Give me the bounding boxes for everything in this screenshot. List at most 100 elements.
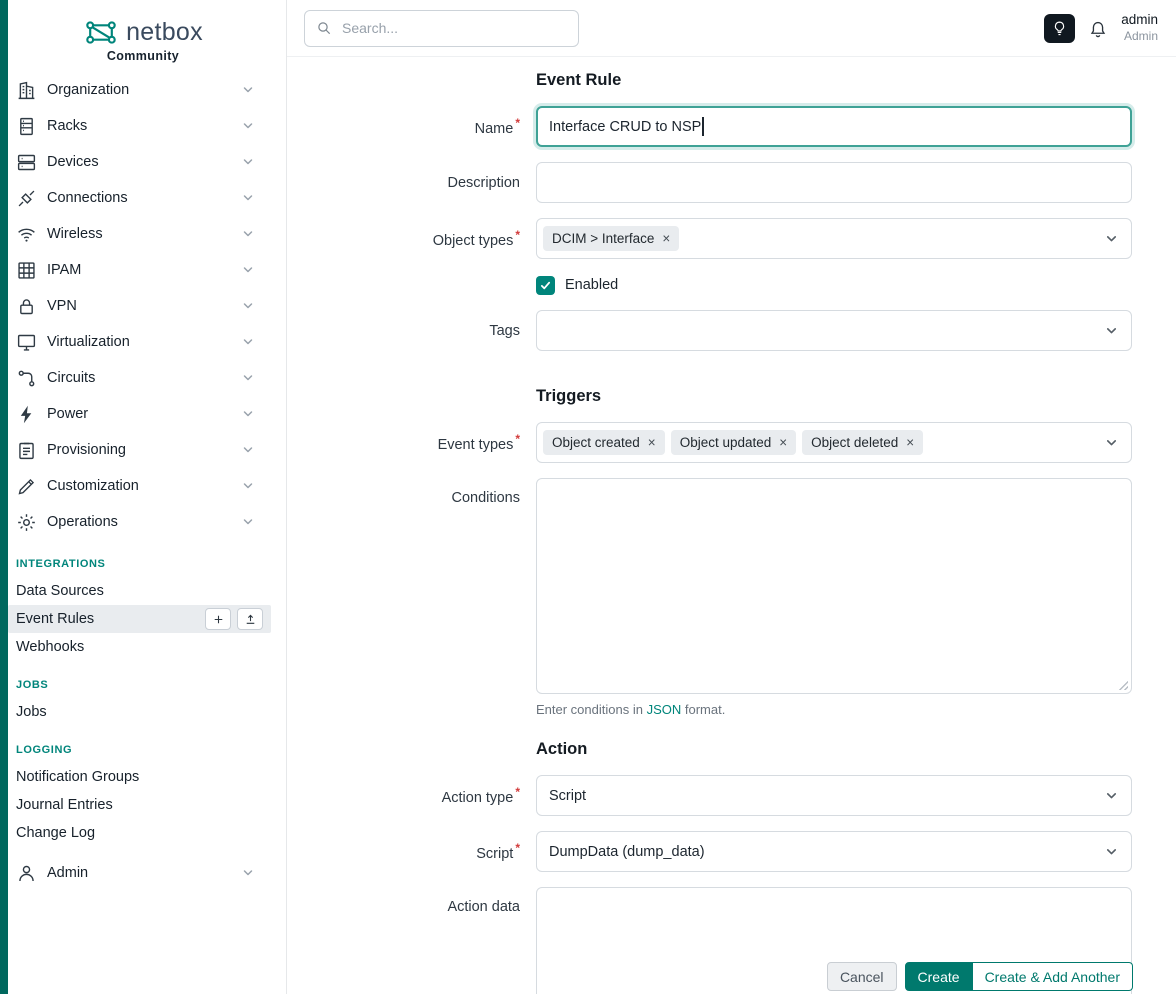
sidebar-item-vpn[interactable]: VPN	[0, 288, 286, 324]
transit-icon	[16, 368, 37, 389]
sidebar-item-admin[interactable]: Admin	[0, 855, 286, 891]
search-input[interactable]	[340, 19, 567, 37]
conditions-textarea[interactable]	[537, 479, 1131, 693]
bell-icon	[1088, 18, 1108, 38]
script-label: Script*	[287, 841, 520, 862]
user-menu[interactable]: admin Admin	[1121, 12, 1158, 44]
field-row-description: Description	[287, 162, 1176, 203]
brand-name: netbox	[126, 18, 203, 47]
enabled-checkbox[interactable]	[536, 276, 555, 295]
sidebar-item-change-log[interactable]: Change Log	[0, 819, 286, 847]
selected-event-type-chip: Object updated ×	[671, 430, 796, 455]
object-types-label: Object types*	[287, 228, 520, 249]
sidebar-item-webhooks[interactable]: Webhooks	[0, 633, 286, 661]
form-footer: Cancel Create Create & Add Another	[827, 962, 1133, 991]
building-icon	[16, 80, 37, 101]
create-button[interactable]: Create	[905, 962, 973, 991]
sidebar-item-circuits[interactable]: Circuits	[0, 360, 286, 396]
netbox-logo-icon	[83, 18, 119, 47]
sidebar-item-event-rules[interactable]: Event Rules	[8, 605, 271, 633]
chevron-down-icon	[1103, 787, 1120, 804]
object-types-select[interactable]: DCIM > Interface ×	[536, 218, 1132, 259]
sidebar-item-label: Organization	[47, 82, 129, 98]
chevron-down-icon	[240, 262, 256, 278]
selected-event-type-chip: Object deleted ×	[802, 430, 923, 455]
chevron-down-icon	[240, 118, 256, 134]
json-format-link[interactable]: JSON	[647, 702, 682, 717]
remove-chip-icon[interactable]: ×	[779, 436, 787, 450]
sidebar-item-provisioning[interactable]: Provisioning	[0, 432, 286, 468]
description-input[interactable]	[549, 174, 1119, 192]
theme-toggle-button[interactable]	[1044, 14, 1075, 43]
triggers-section-title: Triggers	[536, 386, 1176, 406]
chevron-down-icon	[1103, 322, 1120, 339]
rack-icon	[16, 116, 37, 137]
remove-chip-icon[interactable]: ×	[648, 436, 656, 450]
cancel-button[interactable]: Cancel	[827, 962, 897, 991]
lightbulb-icon	[1051, 20, 1068, 37]
script-select[interactable]: DumpData (dump_data)	[536, 831, 1132, 872]
wifi-icon	[16, 224, 37, 245]
sidebar-item-organization[interactable]: Organization	[0, 72, 286, 108]
field-row-conditions: Conditions Enter conditions in JSON form…	[287, 478, 1176, 718]
remove-chip-icon[interactable]: ×	[906, 436, 914, 450]
field-row-enabled: Enabled	[287, 274, 1176, 296]
clipboard-icon	[16, 440, 37, 461]
sidebar-item-label: Webhooks	[16, 639, 84, 655]
sidebar-item-operations[interactable]: Operations	[0, 504, 286, 540]
sidebar-item-label: Jobs	[16, 704, 47, 720]
event-rules-actions	[205, 608, 263, 630]
sidebar-item-devices[interactable]: Devices	[0, 144, 286, 180]
conditions-textarea-wrap	[536, 478, 1132, 694]
sidebar-item-label: Connections	[47, 190, 128, 206]
page-title: Event Rule	[536, 70, 1176, 90]
sidebar-item-label: Circuits	[47, 370, 95, 386]
sidebar-item-racks[interactable]: Racks	[0, 108, 286, 144]
tags-select[interactable]	[536, 310, 1132, 351]
sidebar-item-connections[interactable]: Connections	[0, 180, 286, 216]
gear-icon	[16, 512, 37, 533]
sidebar-item-virtualization[interactable]: Virtualization	[0, 324, 286, 360]
import-event-rule-button[interactable]	[237, 608, 263, 630]
sidebar-section-integrations: INTEGRATIONS	[16, 557, 270, 571]
lock-icon	[16, 296, 37, 317]
sidebar-item-label: Operations	[47, 514, 118, 530]
action-type-select[interactable]: Script	[536, 775, 1132, 816]
sidebar-item-label: Event Rules	[16, 611, 94, 627]
plus-icon	[212, 613, 225, 626]
brand-logo[interactable]: netbox Community	[0, 0, 286, 72]
search-box	[304, 10, 579, 47]
required-marker: *	[515, 785, 520, 799]
sidebar-section-jobs: JOBS	[16, 678, 270, 692]
person-icon	[16, 863, 37, 884]
cable-icon	[16, 188, 37, 209]
notifications-button[interactable]	[1088, 18, 1108, 38]
event-types-select[interactable]: Object created × Object updated × Object…	[536, 422, 1132, 463]
chevron-down-icon	[240, 370, 256, 386]
script-value: DumpData (dump_data)	[549, 844, 705, 860]
sidebar-item-data-sources[interactable]: Data Sources	[0, 577, 286, 605]
create-and-add-another-button[interactable]: Create & Add Another	[973, 962, 1133, 991]
sidebar-item-power[interactable]: Power	[0, 396, 286, 432]
required-marker: *	[515, 432, 520, 446]
add-event-rule-button[interactable]	[205, 608, 231, 630]
chevron-down-icon	[240, 154, 256, 170]
description-label: Description	[287, 175, 520, 191]
sidebar-section-logging: LOGGING	[16, 743, 270, 757]
bolt-icon	[16, 404, 37, 425]
sidebar-item-wireless[interactable]: Wireless	[0, 216, 286, 252]
chevron-down-icon	[240, 226, 256, 242]
sidebar-item-label: Devices	[47, 154, 99, 170]
upload-icon	[244, 613, 257, 626]
sidebar-item-ipam[interactable]: IPAM	[0, 252, 286, 288]
enabled-label: Enabled	[565, 277, 618, 293]
sidebar-item-customization[interactable]: Customization	[0, 468, 286, 504]
sidebar-item-notification-groups[interactable]: Notification Groups	[0, 763, 286, 791]
name-input[interactable]: Interface CRUD to NSP	[536, 106, 1132, 147]
field-row-object-types: Object types* DCIM > Interface ×	[287, 218, 1176, 259]
tags-label: Tags	[287, 323, 520, 339]
sidebar-item-jobs[interactable]: Jobs	[0, 698, 286, 726]
chevron-down-icon	[240, 298, 256, 314]
sidebar-item-journal-entries[interactable]: Journal Entries	[0, 791, 286, 819]
remove-chip-icon[interactable]: ×	[662, 232, 670, 246]
